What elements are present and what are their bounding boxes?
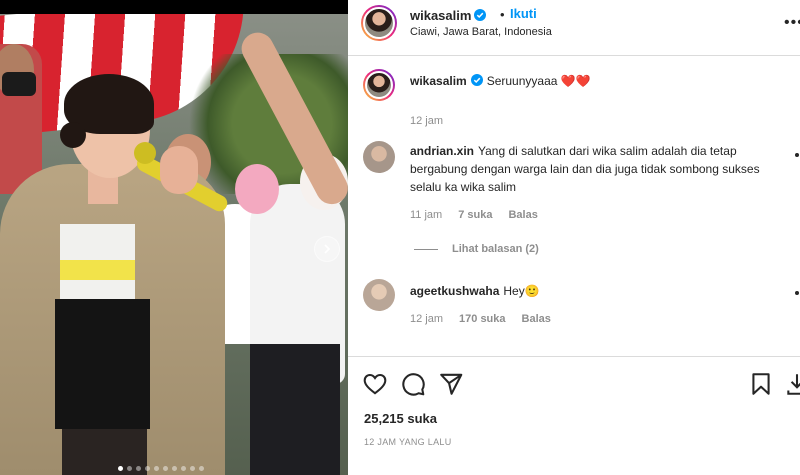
- comment-more-dot[interactable]: [795, 153, 799, 157]
- header-separator: •: [500, 7, 505, 22]
- post-image[interactable]: [0, 14, 348, 475]
- carousel-dot[interactable]: [145, 466, 150, 471]
- verified-badge-icon: [474, 9, 487, 21]
- caption-avatar[interactable]: [363, 69, 395, 101]
- post-time-ago[interactable]: 12 JAM YANG LALU: [364, 437, 452, 447]
- post-actions: 25,215 suka 12 JAM YANG LALU: [348, 356, 800, 475]
- singer-skirt: [55, 299, 150, 429]
- like-button[interactable]: [362, 371, 388, 397]
- carousel-dots: [118, 466, 204, 471]
- heart-icon: [363, 373, 387, 395]
- comment-likes[interactable]: 170 suka: [459, 313, 505, 325]
- singer-bun: [60, 122, 86, 148]
- caption-body: Seruunyyaaa ❤️❤️: [486, 74, 591, 88]
- caption-time[interactable]: 12 jam: [410, 115, 443, 127]
- person-left-mask: [2, 72, 36, 96]
- download-button[interactable]: [784, 371, 800, 397]
- commenter-avatar[interactable]: [363, 279, 395, 311]
- verified-badge-icon: [470, 74, 483, 86]
- more-options-button[interactable]: •••: [784, 14, 800, 32]
- comment-username[interactable]: ageetkushwaha: [410, 284, 499, 298]
- view-replies-label[interactable]: Lihat balasan (2): [452, 243, 539, 255]
- comment-text: ageetkushwaha Hey🙂: [410, 282, 770, 300]
- comment-time[interactable]: 11 jam: [410, 209, 442, 221]
- share-button[interactable]: [438, 371, 464, 397]
- microphone-head: [134, 142, 156, 164]
- reply-button[interactable]: Balas: [522, 313, 551, 325]
- comment-meta: 11 jam 7 suka Balas: [410, 209, 538, 221]
- carousel-dot[interactable]: [172, 466, 177, 471]
- replies-line: [414, 248, 438, 250]
- download-icon: [787, 374, 800, 395]
- view-replies-button[interactable]: Lihat balasan (2): [414, 243, 539, 255]
- comment-body: Hey🙂: [503, 284, 540, 298]
- follow-button[interactable]: Ikuti: [510, 6, 537, 21]
- caption-meta: 12 jam: [410, 115, 443, 127]
- post-header: wikasalim • Ikuti Ciawi, Jawa Barat, Ind…: [348, 0, 800, 56]
- likes-count[interactable]: 25,215 suka: [364, 411, 437, 426]
- post-info-panel: wikasalim • Ikuti Ciawi, Jawa Barat, Ind…: [348, 0, 800, 475]
- crowd-head: [235, 164, 279, 214]
- carousel-dot[interactable]: [154, 466, 159, 471]
- paper-plane-icon: [440, 373, 463, 395]
- author-username[interactable]: wikasalim: [410, 8, 487, 23]
- carousel-dot[interactable]: [163, 466, 168, 471]
- save-button[interactable]: [748, 371, 774, 397]
- bookmark-icon: [752, 373, 770, 395]
- carousel-dot[interactable]: [127, 466, 132, 471]
- caption-text: wikasalim Seruunyyaaa ❤️❤️: [410, 72, 770, 90]
- caption-username[interactable]: wikasalim: [410, 74, 467, 88]
- carousel-next-button[interactable]: [314, 236, 340, 262]
- carousel-dot[interactable]: [181, 466, 186, 471]
- comment-likes[interactable]: 7 suka: [458, 209, 492, 221]
- comment-button[interactable]: [400, 371, 426, 397]
- singer-top: [60, 224, 135, 304]
- comment-more-dot[interactable]: [795, 291, 799, 295]
- carousel-dot[interactable]: [136, 466, 141, 471]
- carousel-dot[interactable]: [199, 466, 204, 471]
- post-location[interactable]: Ciawi, Jawa Barat, Indonesia: [410, 26, 552, 38]
- crowd-pants: [250, 344, 340, 475]
- comment-username[interactable]: andrian.xin: [410, 144, 474, 158]
- author-avatar[interactable]: [361, 5, 397, 41]
- comment-text: andrian.xin Yang di salutkan dari wika sa…: [410, 142, 770, 196]
- author-username-text[interactable]: wikasalim: [410, 8, 471, 23]
- carousel-dot[interactable]: [190, 466, 195, 471]
- post-photo-area: [0, 0, 348, 475]
- comment-bubble-icon: [402, 373, 425, 396]
- comment-meta: 12 jam 170 suka Balas: [410, 313, 551, 325]
- comments-list: wikasalim Seruunyyaaa ❤️❤️ 12 jam andria…: [348, 57, 800, 355]
- singer-hand: [160, 146, 198, 194]
- commenter-avatar[interactable]: [363, 141, 395, 173]
- reply-button[interactable]: Balas: [508, 209, 537, 221]
- comment-time[interactable]: 12 jam: [410, 313, 443, 325]
- chevron-right-icon: [324, 244, 331, 254]
- carousel-dot[interactable]: [118, 466, 123, 471]
